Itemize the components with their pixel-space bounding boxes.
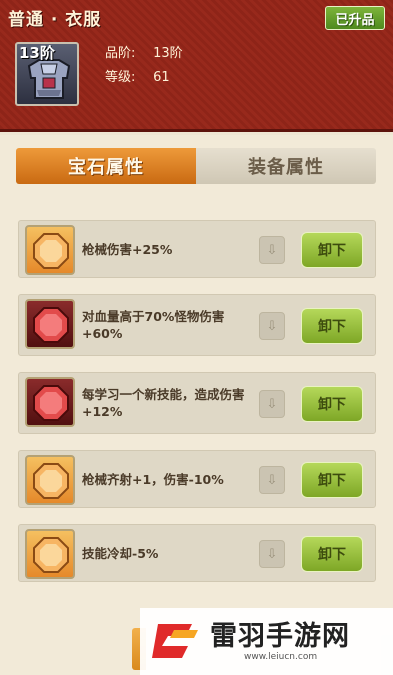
upgraded-badge: 已升品: [325, 6, 385, 30]
armor-icon: [27, 59, 71, 99]
orange-gem-icon: [25, 225, 75, 275]
watermark-logo-icon: [152, 624, 198, 658]
download-icon: ⇩: [259, 390, 285, 418]
watermark-brand: 雷羽手游网: [210, 621, 350, 652]
item-title: 普通 · 衣服: [8, 10, 102, 30]
download-icon: ⇩: [259, 312, 285, 340]
download-icon: ⇩: [259, 236, 285, 264]
stat-rank-label: 品阶:: [105, 46, 136, 61]
site-watermark: 雷羽手游网 www.leiucn.com: [140, 608, 393, 675]
gem-row: 每学习一个新技能，造成伤害+12% ⇩ 卸下: [18, 372, 376, 434]
unload-button[interactable]: 卸下: [301, 536, 363, 572]
unload-button[interactable]: 卸下: [301, 386, 363, 422]
stat-rank-value: 13阶: [153, 46, 183, 61]
orange-gem-icon: [25, 455, 75, 505]
stat-level-label: 等级:: [105, 70, 136, 85]
gem-row: 对血量高于70%怪物伤害+60% ⇩ 卸下: [18, 294, 376, 356]
item-header: 普通 · 衣服 已升品 13阶 品阶: 13阶 等级: 61: [0, 0, 393, 132]
armor-item-icon: 13阶: [15, 42, 79, 106]
gem-description: 每学习一个新技能，造成伤害+12%: [82, 387, 245, 419]
red-gem-icon: [25, 377, 75, 427]
gem-description: 对血量高于70%怪物伤害+60%: [82, 309, 225, 341]
tab-gem-attributes[interactable]: 宝石属性: [16, 148, 196, 184]
unload-button[interactable]: 卸下: [301, 462, 363, 498]
download-icon: ⇩: [259, 540, 285, 568]
download-icon: ⇩: [259, 466, 285, 494]
orange-gem-icon: [25, 529, 75, 579]
item-level-label: 13阶: [19, 44, 55, 62]
tab-equipment-attributes[interactable]: 装备属性: [196, 148, 376, 184]
unload-button[interactable]: 卸下: [301, 232, 363, 268]
gem-description: 枪械伤害+25%: [82, 241, 173, 257]
gem-row: 枪械伤害+25% ⇩ 卸下: [18, 220, 376, 278]
stat-level-value: 61: [153, 70, 170, 85]
gem-description: 枪械齐射+1，伤害-10%: [82, 471, 224, 487]
stat-rank: 品阶: 13阶: [105, 42, 183, 61]
watermark-url: www.leiucn.com: [244, 652, 318, 662]
gem-description: 技能冷却-5%: [82, 545, 159, 561]
unload-button[interactable]: 卸下: [301, 308, 363, 344]
gem-row: 枪械齐射+1，伤害-10% ⇩ 卸下: [18, 450, 376, 508]
gem-row: 技能冷却-5% ⇩ 卸下: [18, 524, 376, 582]
stat-level: 等级: 61: [105, 66, 170, 85]
gem-list: 枪械伤害+25% ⇩ 卸下 对血量高于70%怪物伤害+60% ⇩ 卸下 每学习一…: [18, 220, 376, 598]
red-gem-icon: [25, 299, 75, 349]
